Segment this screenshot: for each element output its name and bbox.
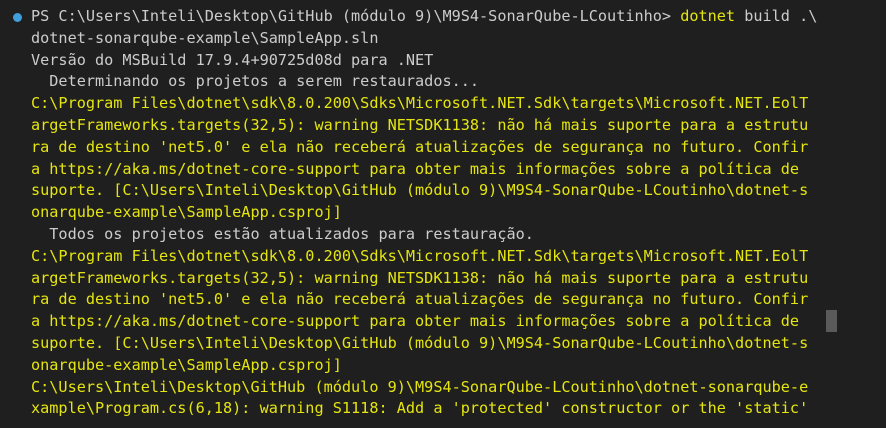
- output-line: Determinando os projetos a serem restaur…: [31, 72, 480, 91]
- warning-output-line: C:\Users\Inteli\Desktop\GitHub (módulo 9…: [31, 377, 809, 396]
- warning-output-line: suporte. [C:\Users\Inteli\Desktop\GitHub…: [31, 333, 809, 352]
- warning-output-line: xample\Program.cs(6,18): warning S1118: …: [31, 399, 809, 418]
- command-status-dot-icon[interactable]: [13, 13, 22, 22]
- warning-output-line: C:\Program Files\dotnet\sdk\8.0.200\Sdks…: [31, 94, 809, 113]
- prompt-path: PS C:\Users\Inteli\Desktop\GitHub (módul…: [31, 7, 681, 25]
- scrollbar-thumb[interactable]: [826, 310, 837, 332]
- terminal-panel[interactable]: PS C:\Users\Inteli\Desktop\GitHub (módul…: [0, 0, 886, 428]
- prompt-line: PS C:\Users\Inteli\Desktop\GitHub (módul…: [31, 6, 817, 28]
- warning-output-line: a https://aka.ms/dotnet-core-support par…: [31, 312, 800, 331]
- warning-output-line: ra de destino 'net5.0' e ela não receber…: [31, 137, 809, 156]
- output-line: Todos os projetos estão atualizados para…: [31, 224, 534, 243]
- terminal-output: PS C:\Users\Inteli\Desktop\GitHub (módul…: [31, 6, 817, 420]
- prompt-command: dotnet: [680, 7, 736, 25]
- output-line: Versão do MSBuild 17.9.4+90725d08d para …: [31, 50, 434, 69]
- prompt-args: build .\: [735, 7, 818, 25]
- warning-output-line: suporte. [C:\Users\Inteli\Desktop\GitHub…: [31, 181, 809, 200]
- output-line: dotnet-sonarqube-example\SampleApp.sln: [31, 28, 379, 47]
- warning-output-line: ra de destino 'net5.0' e ela não receber…: [31, 290, 809, 309]
- warning-output-line: argetFrameworks.targets(32,5): warning N…: [31, 268, 809, 287]
- warning-output-line: a https://aka.ms/dotnet-core-support par…: [31, 159, 800, 178]
- warning-output-line: C:\Program Files\dotnet\sdk\8.0.200\Sdks…: [31, 246, 809, 265]
- warning-output-line: onarqube-example\SampleApp.csproj]: [31, 355, 342, 374]
- warning-output-line: argetFrameworks.targets(32,5): warning N…: [31, 115, 809, 134]
- warning-output-line: onarqube-example\SampleApp.csproj]: [31, 203, 342, 222]
